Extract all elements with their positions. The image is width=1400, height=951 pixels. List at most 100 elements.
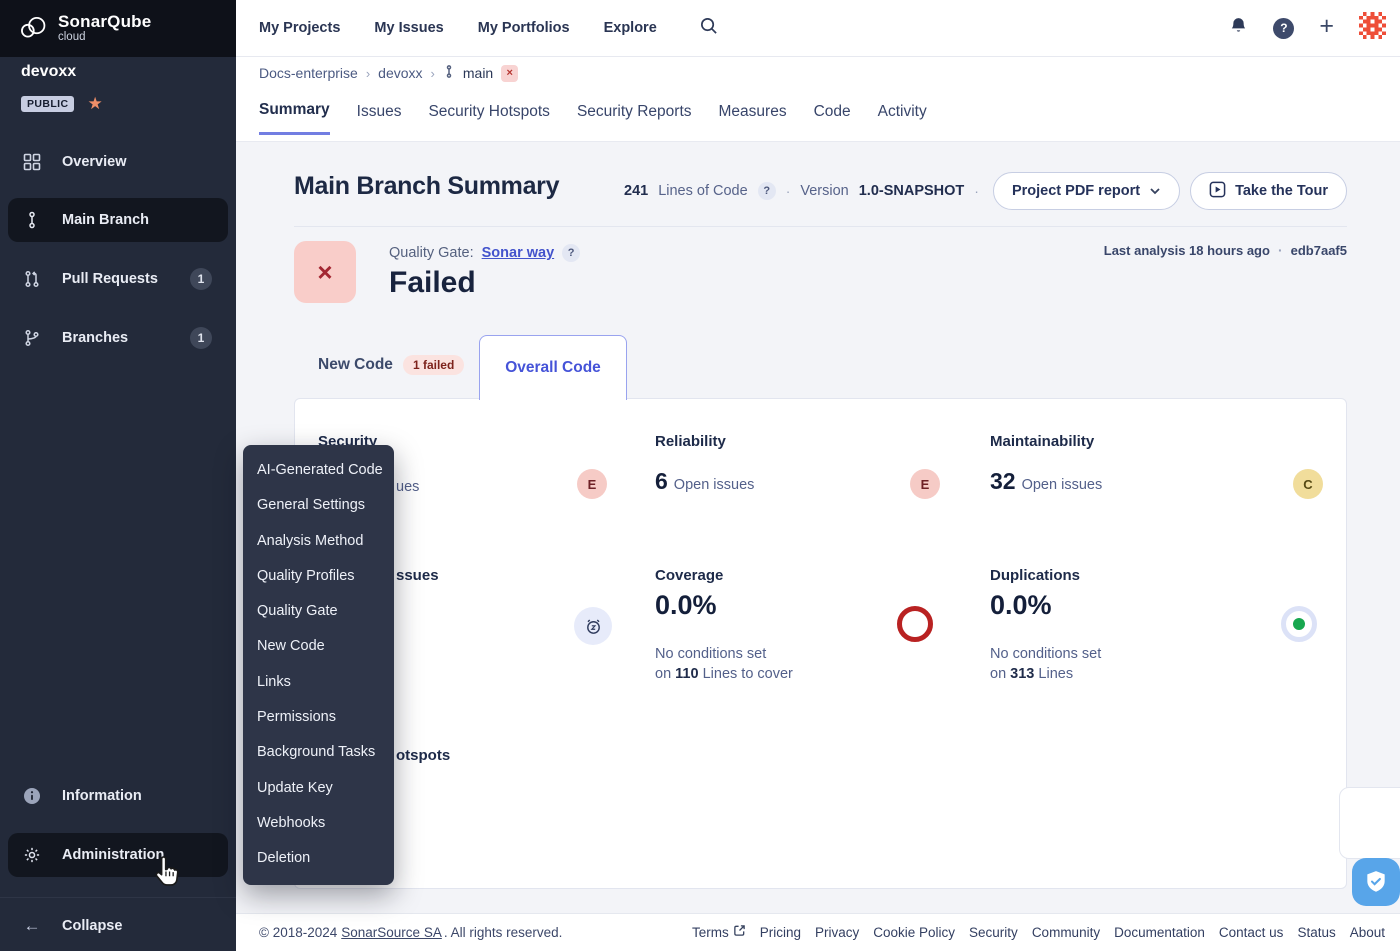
footer-link-security[interactable]: Security <box>969 925 1018 940</box>
duplications-dot <box>1293 618 1305 630</box>
menu-item-new-code[interactable]: New Code <box>243 629 394 664</box>
menu-item-general-settings[interactable]: General Settings <box>243 488 394 523</box>
sidebar-item-label: Pull Requests <box>62 271 158 287</box>
footer-link-privacy[interactable]: Privacy <box>815 925 859 940</box>
loc-help-icon[interactable]: ? <box>758 182 776 200</box>
copyright-text: © 2018-2024 <box>259 925 337 940</box>
info-icon <box>22 787 42 805</box>
pull-request-icon <box>22 270 42 288</box>
tab-measures[interactable]: Measures <box>719 103 787 134</box>
duplications-lines-value: 313 <box>1010 666 1034 682</box>
quality-gate-link[interactable]: Sonar way <box>482 245 555 261</box>
gear-icon <box>22 846 42 864</box>
footer-link-contact-us[interactable]: Contact us <box>1219 925 1284 940</box>
breadcrumb-org[interactable]: Docs-enterprise <box>259 65 358 81</box>
footer-copyright: © 2018-2024 SonarSource SA . All rights … <box>259 913 562 951</box>
menu-item-background-tasks[interactable]: Background Tasks <box>243 735 394 770</box>
notifications-bell-icon[interactable] <box>1229 16 1248 41</box>
coverage-note-line2: on 110 Lines to cover <box>655 664 793 684</box>
breadcrumb-branch: main <box>463 65 493 81</box>
tab-new-code[interactable]: New Code <box>318 356 393 374</box>
sidebar-item-label: Overview <box>62 154 127 170</box>
tab-activity[interactable]: Activity <box>878 103 927 134</box>
footer-link-documentation[interactable]: Documentation <box>1114 925 1205 940</box>
tab-overall-code[interactable]: Overall Code <box>479 335 627 400</box>
menu-item-permissions[interactable]: Permissions <box>243 700 394 735</box>
menu-item-update-key[interactable]: Update Key <box>243 771 394 806</box>
project-tabs: Summary Issues Security Hotspots Securit… <box>259 101 927 135</box>
visibility-badge: PUBLIC <box>21 96 74 112</box>
cloud-logo-icon <box>18 13 48 45</box>
footer-link-about[interactable]: About <box>1350 925 1385 940</box>
sonarsource-link[interactable]: SonarSource SA <box>341 925 442 940</box>
maintainability-rating-badge[interactable]: C <box>1293 469 1323 499</box>
meta-dot: · <box>1278 242 1283 258</box>
menu-item-quality-gate[interactable]: Quality Gate <box>243 594 394 629</box>
reliability-rating-badge[interactable]: E <box>910 469 940 499</box>
user-avatar[interactable] <box>1359 12 1386 44</box>
nav-my-portfolios[interactable]: My Portfolios <box>478 20 570 36</box>
footer-link-cookie-policy[interactable]: Cookie Policy <box>873 925 955 940</box>
menu-item-analysis-method[interactable]: Analysis Method <box>243 524 394 559</box>
menu-item-quality-profiles[interactable]: Quality Profiles <box>243 559 394 594</box>
menu-item-webhooks[interactable]: Webhooks <box>243 806 394 841</box>
security-rating-badge[interactable]: E <box>577 469 607 499</box>
project-name: devoxx <box>21 63 76 81</box>
duplications-ring-indicator <box>1281 606 1317 642</box>
shield-check-icon <box>1363 869 1389 895</box>
tab-security-hotspots[interactable]: Security Hotspots <box>428 103 549 134</box>
sidebar-item-branches[interactable]: Branches 1 <box>8 316 228 360</box>
breadcrumb: Docs-enterprise › devoxx › main × <box>259 64 518 82</box>
sidebar-item-information[interactable]: Information <box>8 774 228 818</box>
tab-issues[interactable]: Issues <box>357 103 402 134</box>
menu-item-ai-generated-code[interactable]: AI-Generated Code <box>243 453 394 488</box>
sidebar-item-main-branch[interactable]: Main Branch <box>8 198 228 242</box>
sidebar-item-pull-requests[interactable]: Pull Requests 1 <box>8 257 228 301</box>
tab-summary[interactable]: Summary <box>259 101 330 135</box>
reliability-title: Reliability <box>655 433 726 450</box>
coverage-ring-indicator <box>897 606 933 642</box>
close-branch-icon[interactable]: × <box>501 65 518 82</box>
maintainability-title: Maintainability <box>990 433 1094 450</box>
administration-dropdown-menu: AI-Generated Code General Settings Analy… <box>243 445 394 885</box>
favorite-star-icon[interactable]: ★ <box>87 95 102 112</box>
breadcrumb-project[interactable]: devoxx <box>378 65 422 81</box>
branch-icon-small <box>443 64 455 82</box>
sidebar-divider <box>0 897 236 898</box>
search-icon[interactable] <box>699 16 718 40</box>
take-the-tour-button[interactable]: Take the Tour <box>1190 172 1347 210</box>
sidebar-item-administration[interactable]: Administration <box>8 833 228 877</box>
menu-item-links[interactable]: Links <box>243 665 394 700</box>
pull-requests-count-badge: 1 <box>190 268 212 290</box>
maintainability-value: 32 <box>990 468 1016 495</box>
nav-my-issues[interactable]: My Issues <box>374 20 443 36</box>
accepted-issues-title-fragment: ssues <box>396 567 439 584</box>
overall-code-card <box>294 398 1347 889</box>
lines-of-code-label: Lines of Code <box>658 183 747 199</box>
add-project-plus-icon[interactable]: + <box>1319 14 1334 39</box>
last-analysis-text: Last analysis 18 hours ago <box>1104 243 1270 258</box>
nav-explore[interactable]: Explore <box>604 20 657 36</box>
footer-link-community[interactable]: Community <box>1032 925 1100 940</box>
chevron-down-icon <box>1149 183 1161 199</box>
sidebar-item-label: Main Branch <box>62 212 149 228</box>
branches-count-badge: 1 <box>190 327 212 349</box>
footer-link-status[interactable]: Status <box>1297 925 1335 940</box>
footer-link-pricing[interactable]: Pricing <box>760 925 801 940</box>
security-shield-widget[interactable] <box>1352 858 1400 906</box>
pdf-button-label: Project PDF report <box>1012 183 1140 199</box>
help-icon[interactable]: ? <box>1273 18 1294 39</box>
quality-gate-help-icon[interactable]: ? <box>562 244 580 262</box>
menu-item-deletion[interactable]: Deletion <box>243 841 394 876</box>
tab-security-reports[interactable]: Security Reports <box>577 103 692 134</box>
sonarqube-logo[interactable]: SonarQube cloud <box>0 0 236 57</box>
accepted-issues-clock-icon <box>574 607 612 645</box>
sidebar-item-overview[interactable]: Overview <box>8 140 228 184</box>
page-title: Main Branch Summary <box>294 172 559 201</box>
footer-link-terms[interactable]: Terms <box>692 924 746 940</box>
tab-code[interactable]: Code <box>814 103 851 134</box>
project-pdf-report-button[interactable]: Project PDF report <box>993 172 1180 210</box>
collapse-sidebar-button[interactable]: ← Collapse <box>8 904 228 948</box>
nav-my-projects[interactable]: My Projects <box>259 20 340 36</box>
quality-gate-label: Quality Gate: <box>389 245 474 261</box>
